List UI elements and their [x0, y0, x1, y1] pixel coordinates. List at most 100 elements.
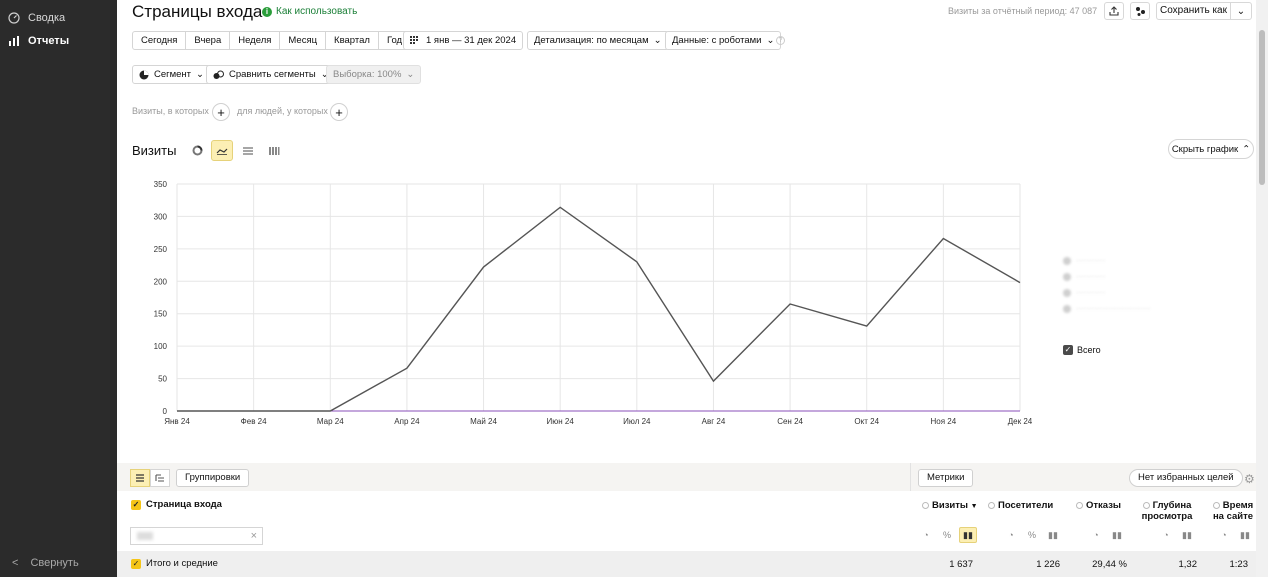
- collapse-label: Свернуть: [30, 557, 79, 569]
- checkbox-checked-icon[interactable]: ✓: [131, 558, 141, 569]
- dimension-label: Страница входа: [146, 499, 222, 510]
- pie-chart-icon[interactable]: ◔: [917, 527, 935, 543]
- radio-icon[interactable]: [988, 501, 995, 509]
- api-button[interactable]: [1130, 2, 1150, 20]
- time-column-tools: ◔ ▮▮: [1215, 527, 1254, 543]
- collapse-sidebar-button[interactable]: < Свернуть: [12, 557, 79, 569]
- depth-column-tools: ◔ ▮▮: [1157, 527, 1196, 543]
- radio-icon[interactable]: [1212, 501, 1220, 509]
- x-tick-label: Окт 24: [854, 417, 879, 426]
- column-visits[interactable]: Визиты ▼: [922, 500, 978, 512]
- y-tick-label: 200: [154, 277, 168, 286]
- visitors-column-tools: ◔ % ▮▮: [1002, 527, 1062, 543]
- column-label: Визиты: [932, 500, 969, 511]
- chevron-down-icon[interactable]: ⌄: [1231, 6, 1251, 17]
- y-tick-label: 50: [158, 375, 167, 384]
- legend-item-blurred[interactable]: ····························: [1063, 304, 1248, 313]
- total-time: 1:23: [1229, 559, 1249, 570]
- table-toolbar: [117, 463, 1268, 491]
- x-tick-label: Сен 24: [777, 417, 803, 426]
- total-bounces: 29,44 %: [1092, 559, 1127, 570]
- dimension-filter-input[interactable]: ×: [130, 527, 263, 545]
- clear-icon[interactable]: ×: [251, 530, 257, 542]
- bar-chart-icon[interactable]: ▮▮: [1108, 527, 1126, 543]
- y-tick-label: 350: [154, 180, 168, 189]
- checkbox-checked-icon[interactable]: ✓: [1063, 345, 1073, 355]
- sidebar-item-label: Сводка: [28, 11, 66, 24]
- legend-item-blurred[interactable]: ···········: [1063, 256, 1248, 265]
- chevron-up-icon: ⌃: [1242, 143, 1251, 155]
- total-visits: 1 637: [949, 559, 973, 570]
- chart-legend: ··········· ··········· ··········· ····…: [1063, 256, 1248, 320]
- sort-desc-icon: ▼: [970, 503, 978, 510]
- chevron-left-icon: <: [12, 557, 19, 569]
- scrollbar-thumb[interactable]: [1259, 30, 1265, 185]
- column-bounces[interactable]: Отказы: [1076, 500, 1121, 511]
- gauge-icon: [7, 11, 20, 24]
- metrics-button[interactable]: Метрики: [918, 469, 974, 487]
- sidebar-item-reports[interactable]: Отчеты: [7, 34, 69, 47]
- x-tick-label: Май 24: [470, 417, 497, 426]
- table-view-toggle: [130, 469, 170, 487]
- hide-chart-label: Скрыть график: [1171, 143, 1239, 155]
- totals-label[interactable]: ✓ Итого и средние: [131, 558, 218, 569]
- legend-item-blurred[interactable]: ···········: [1063, 272, 1248, 281]
- bounces-column-tools: ◔ ▮▮: [1087, 527, 1126, 543]
- bar-chart-icon[interactable]: ▮▮: [1044, 527, 1062, 543]
- legend-item-blurred[interactable]: ···········: [1063, 288, 1248, 297]
- total-visitors: 1 226: [1036, 559, 1060, 570]
- main-content: Страницы входа i Как использовать Визиты…: [117, 0, 1268, 577]
- totals-label-text: Итого и средние: [146, 558, 218, 569]
- series-line-total: [177, 206, 1021, 412]
- dimension-header[interactable]: ✓ Страница входа: [131, 499, 222, 510]
- favorite-goals-button[interactable]: Нет избранных целей: [1129, 469, 1243, 487]
- column-time[interactable]: Время на сайте: [1212, 500, 1254, 522]
- x-tick-label: Янв 24: [164, 417, 190, 426]
- share-icon: [1109, 6, 1119, 16]
- filter-value-blurred: [137, 532, 153, 540]
- x-tick-label: Дек 24: [1008, 417, 1033, 426]
- sidebar: Сводка Отчеты < Свернуть: [0, 0, 117, 577]
- pie-chart-icon[interactable]: ◔: [1087, 527, 1105, 543]
- pie-chart-icon[interactable]: ◔: [1215, 527, 1233, 543]
- pie-chart-icon[interactable]: ◔: [1157, 527, 1175, 543]
- y-tick-label: 150: [154, 310, 168, 319]
- radio-icon[interactable]: [1076, 501, 1083, 509]
- list-view-icon[interactable]: [130, 469, 150, 487]
- column-depth[interactable]: Глубина просмотра: [1141, 500, 1193, 522]
- bar-chart-icon[interactable]: ▮▮: [1178, 527, 1196, 543]
- percent-icon[interactable]: %: [938, 527, 956, 543]
- save-as-button[interactable]: Сохранить как ⌄: [1156, 2, 1252, 20]
- radio-icon[interactable]: [1142, 501, 1150, 509]
- bar-chart-icon: [7, 34, 20, 47]
- scrollbar[interactable]: [1256, 0, 1268, 577]
- y-tick-label: 250: [154, 245, 168, 254]
- hide-chart-button[interactable]: Скрыть график ⌃: [1168, 139, 1254, 159]
- pie-chart-icon[interactable]: ◔: [1002, 527, 1020, 543]
- column-label: Посетители: [998, 500, 1054, 511]
- nodes-icon: [1135, 6, 1145, 16]
- column-label: Отказы: [1086, 500, 1122, 511]
- legend-total-label: Всего: [1077, 345, 1101, 355]
- line-chart: 0 50 100 150 200 250 300 350 Янв 24 Фев 24 Мар 24 А…: [154, 180, 1033, 426]
- bar-chart-icon[interactable]: ▮▮: [959, 527, 977, 543]
- x-tick-label: Фев 24: [241, 417, 267, 426]
- sidebar-item-summary[interactable]: Сводка: [7, 11, 65, 24]
- gear-icon[interactable]: ⚙: [1244, 472, 1255, 486]
- bar-chart-icon[interactable]: ▮▮: [1236, 527, 1254, 543]
- export-button[interactable]: [1104, 2, 1124, 20]
- groupings-button[interactable]: Группировки: [176, 469, 250, 487]
- radio-icon[interactable]: [922, 501, 929, 509]
- y-tick-label: 100: [154, 342, 168, 351]
- sidebar-item-label: Отчеты: [28, 34, 70, 47]
- save-as-label: Сохранить как: [1157, 3, 1231, 19]
- y-tick-label: 300: [154, 212, 168, 221]
- y-tick-label: 0: [163, 407, 168, 416]
- visits-column-tools: ◔ % ▮▮: [917, 527, 977, 543]
- checkbox-checked-icon[interactable]: ✓: [131, 499, 141, 510]
- column-visitors[interactable]: Посетители: [988, 500, 1053, 511]
- x-tick-label: Июн 24: [547, 417, 575, 426]
- legend-item-total[interactable]: ✓ Всего: [1063, 345, 1101, 355]
- tree-view-icon[interactable]: [150, 469, 170, 487]
- percent-icon[interactable]: %: [1023, 527, 1041, 543]
